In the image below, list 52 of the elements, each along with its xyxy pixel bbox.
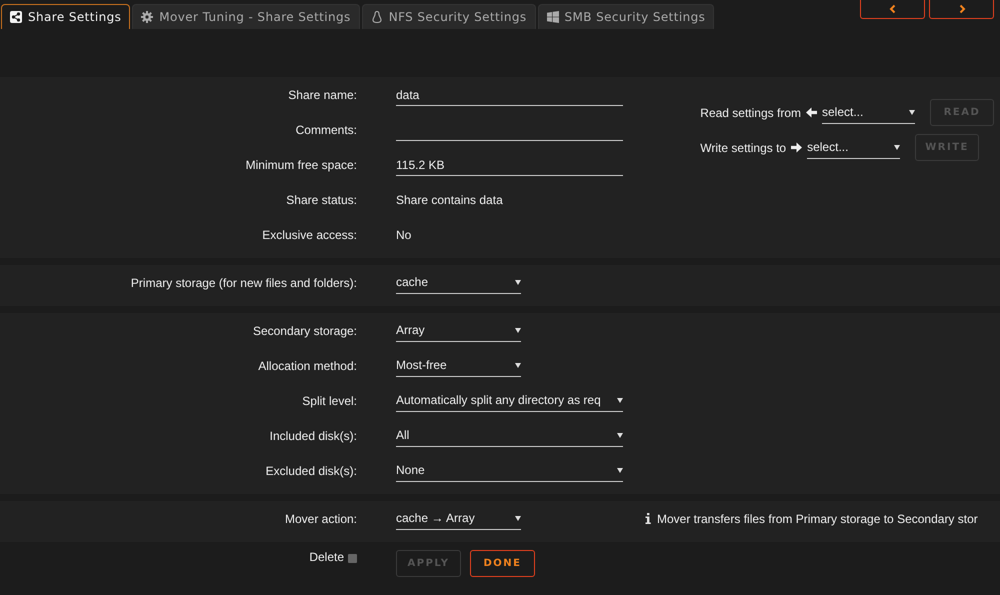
caret-icon xyxy=(617,398,623,402)
left-arrow-icon xyxy=(806,107,817,118)
tab[interactable]: NFS Security Settings xyxy=(362,4,536,29)
caret-icon xyxy=(617,432,623,438)
caret-icon xyxy=(617,468,623,472)
field-value: No xyxy=(396,228,412,242)
field-label: Mover action: xyxy=(284,512,357,526)
windows-icon xyxy=(546,11,559,23)
input-field[interactable]: data xyxy=(396,84,623,106)
next-button[interactable] xyxy=(929,0,994,19)
field-label: Secondary storage: xyxy=(252,324,357,338)
chevron-left-icon xyxy=(888,4,898,14)
penguin-icon xyxy=(370,11,383,23)
checkbox[interactable] xyxy=(348,554,357,563)
tab[interactable]: Mover Tuning - Share Settings xyxy=(132,4,360,29)
dropdown[interactable]: cache → Array xyxy=(396,508,521,530)
caret-icon xyxy=(515,362,521,368)
info-icon xyxy=(645,513,651,524)
field-label: Comments: xyxy=(294,122,357,136)
right-arrow-icon xyxy=(791,142,802,153)
caret-icon xyxy=(515,280,521,284)
gear-icon xyxy=(141,11,154,23)
field-label: Share status: xyxy=(285,192,357,206)
field-label: Allocation method: xyxy=(257,358,357,372)
tab[interactable]: SMB Security Settings xyxy=(538,4,714,29)
caret-icon xyxy=(909,110,915,114)
dropdown[interactable]: All xyxy=(396,424,623,446)
field-label: Excluded disk(s): xyxy=(264,464,357,478)
field-label: Primary storage (for new files and folders): xyxy=(130,276,357,290)
dropdown[interactable]: None xyxy=(396,460,623,482)
field-label: Read settings from xyxy=(700,106,801,120)
tab[interactable]: Share Settings xyxy=(1,4,130,29)
field-label: Exclusive access: xyxy=(261,228,357,242)
dropdown[interactable]: Most-free xyxy=(396,354,521,376)
dropdown[interactable]: Automatically split any directory as req xyxy=(396,390,623,412)
field-label: Share name: xyxy=(287,88,357,102)
checkbox-label: Delete xyxy=(309,550,344,564)
field-label: Split level: xyxy=(301,394,357,408)
share-icon xyxy=(10,11,22,23)
info-text: Mover transfers files from Primary storage to Secondary stor xyxy=(657,512,978,526)
dropdown[interactable]: cache xyxy=(396,272,521,294)
caret-icon xyxy=(515,328,521,332)
field-value: Share contains data xyxy=(396,192,503,206)
field-label: Included disk(s): xyxy=(268,428,357,442)
input-field[interactable]: 115.2 KB xyxy=(396,154,623,176)
caret-icon xyxy=(515,516,521,520)
action-button[interactable]: DONE xyxy=(470,550,535,577)
previous-button[interactable] xyxy=(860,0,925,19)
field-label: Minimum free space: xyxy=(244,158,357,172)
dropdown[interactable]: Array xyxy=(396,320,521,342)
caret-icon xyxy=(894,144,900,150)
field-label: Write settings to xyxy=(700,140,786,154)
